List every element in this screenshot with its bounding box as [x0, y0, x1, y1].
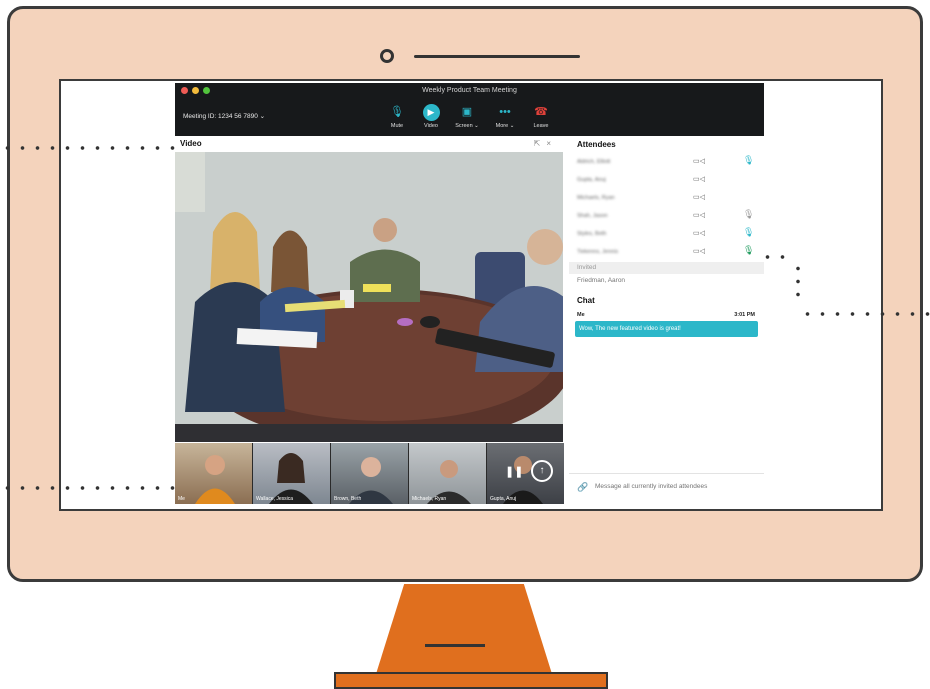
side-panel: Attendees Aldrich, Elliott ▭◁ 🎙 Gupta, A…	[569, 136, 764, 504]
thumbnail-name: Brown, Beth	[334, 496, 362, 502]
window-title: Weekly Product Team Meeting	[422, 87, 517, 94]
leave-button[interactable]: ☎ Leave	[523, 103, 559, 129]
attendees-title: Attendees	[577, 140, 616, 149]
mute-label: Mute	[390, 123, 404, 129]
attendee-row[interactable]: Gupta, Anuj ▭◁	[577, 172, 762, 190]
callout-line-video	[0, 146, 176, 150]
microphone-muted-icon[interactable]: 🎙	[743, 209, 754, 220]
chat-time: 3:01 PM	[734, 312, 755, 318]
microphone-icon: 🎙	[390, 106, 404, 118]
close-icon[interactable]: ×	[546, 139, 557, 148]
main-video-feed[interactable]	[175, 152, 563, 442]
popout-icon[interactable]: ⇱	[534, 139, 547, 148]
screen-share-icon: ▣	[461, 106, 473, 118]
title-bar: Weekly Product Team Meeting Meeting ID: …	[175, 83, 764, 136]
microphone-speaking-icon[interactable]: 🎙	[743, 245, 754, 256]
attendee-row[interactable]: Aldrich, Elliott ▭◁ 🎙	[577, 154, 762, 172]
leave-label: Leave	[533, 123, 549, 129]
attendee-name: Tiekenns, Jennis	[577, 249, 619, 255]
more-label: More ⌄	[495, 123, 515, 129]
callout-line-attendees	[760, 255, 790, 259]
thumbnail-participant[interactable]: Wallace, Jessica	[253, 443, 330, 504]
thumbnail-participant[interactable]: ❚❚ ↑ Gupta, Anuj	[487, 443, 564, 504]
attendee-row[interactable]: Styles, Beth ▭◁ 🎙	[577, 226, 762, 244]
video-button[interactable]: ▶ Video	[413, 103, 449, 129]
attendee-name: Michaels, Ryan	[577, 195, 615, 201]
more-button[interactable]: ••• More ⌄	[487, 103, 523, 129]
mute-button[interactable]: 🎙 Mute	[379, 103, 415, 129]
meeting-app-window: Weekly Product Team Meeting Meeting ID: …	[175, 83, 764, 504]
chat-message-bubble: Wow, The new featured video is great!	[575, 321, 758, 337]
camera-icon: ▭◁	[693, 248, 705, 255]
camera-icon: ▭◁	[693, 212, 705, 219]
video-panel-title: Video	[180, 139, 202, 148]
thumbnail-name: Gupta, Anuj	[490, 496, 517, 502]
attendee-name: Aldrich, Elliott	[577, 159, 611, 165]
video-label: Video	[424, 123, 438, 129]
attendee-row[interactable]: Shah, Jason ▭◁ 🎙	[577, 208, 762, 226]
camera-icon: ▭◁	[693, 176, 705, 183]
speaker-grille	[414, 55, 580, 58]
attendee-row[interactable]: Tiekenns, Jennis ▭◁ 🎙	[577, 244, 762, 262]
thumbnail-participant[interactable]: Me	[175, 443, 252, 504]
monitor-base	[334, 672, 608, 689]
invited-section-header: Invited	[569, 262, 764, 274]
participant-video	[349, 457, 393, 504]
attendee-name: Shah, Jason	[577, 213, 608, 219]
microphone-icon[interactable]: 🎙	[743, 155, 754, 166]
callout-line-right	[800, 312, 930, 316]
screen-label: Screen ⌄	[455, 123, 479, 129]
participant-video	[269, 453, 313, 504]
thumbnail-participant[interactable]: Michaels, Ryan	[409, 443, 486, 504]
participant-thumbnails: Me Wallace, Jessica Brown, Beth Michaels…	[175, 443, 564, 504]
meeting-id-dropdown[interactable]: Meeting ID: 1234 56 7890 ⌄	[183, 112, 265, 120]
attendee-row[interactable]: Michaels, Ryan ▭◁	[577, 190, 762, 208]
monitor-stand	[376, 584, 552, 674]
chat-title: Chat	[577, 296, 595, 305]
attendee-name: Styles, Beth	[577, 231, 607, 237]
screen-button[interactable]: ▣ Screen ⌄	[449, 103, 485, 129]
stand-line	[425, 644, 485, 647]
chat-message-header: Me 3:01 PM	[577, 312, 755, 318]
thumbnail-name: Wallace, Jessica	[256, 496, 294, 502]
chat-composer: 🔗	[569, 473, 764, 504]
microphone-icon[interactable]: 🎙	[743, 227, 754, 238]
video-panel-header: Video ⇱×	[175, 136, 563, 152]
more-dots-icon: •••	[499, 106, 511, 118]
chat-message-input[interactable]	[595, 483, 755, 490]
participant-video	[195, 455, 235, 504]
conference-room-scene	[175, 152, 563, 442]
webcam-icon	[380, 49, 394, 63]
attachment-icon[interactable]: 🔗	[577, 482, 588, 493]
pause-icon[interactable]: ❚❚	[505, 465, 523, 478]
hang-up-icon: ☎	[534, 106, 548, 118]
callout-line-thumbnails	[0, 486, 178, 490]
camera-icon: ▭◁	[693, 158, 705, 165]
callout-line-vertical	[795, 262, 801, 304]
invited-attendee[interactable]: Friedman, Aaron	[577, 277, 625, 284]
attendee-name: Gupta, Anuj	[577, 177, 606, 183]
chat-sender: Me	[577, 312, 585, 318]
thumbnail-name: Me	[178, 496, 185, 502]
video-camera-icon: ▶	[422, 104, 440, 121]
participant-video	[427, 460, 471, 504]
camera-icon: ▭◁	[693, 230, 705, 237]
thumbnail-name: Michaels, Ryan	[412, 496, 447, 502]
thumbnail-participant[interactable]: Brown, Beth	[331, 443, 408, 504]
upload-icon[interactable]: ↑	[531, 460, 553, 482]
camera-icon: ▭◁	[693, 194, 705, 201]
